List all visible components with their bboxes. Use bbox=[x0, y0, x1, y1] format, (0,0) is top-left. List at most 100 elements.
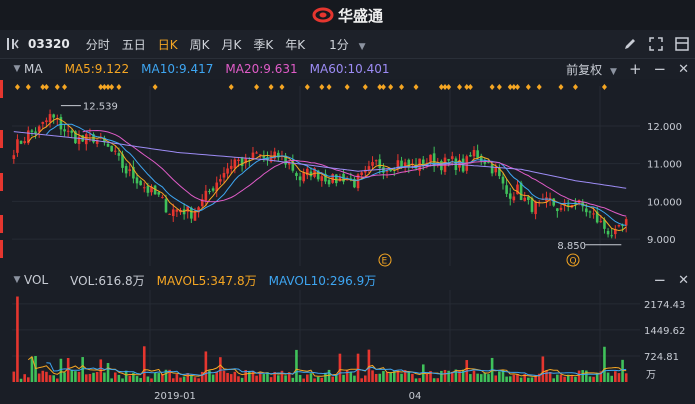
candle-body bbox=[110, 145, 113, 152]
price-panel-header: ▼ MA MA5:9.122 MA10:9.417 MA20:9.631 MA60:1… bbox=[10, 59, 695, 79]
candle-body bbox=[16, 139, 19, 153]
volume-bar bbox=[501, 370, 505, 382]
candle-body bbox=[117, 153, 121, 156]
volume-bar bbox=[226, 372, 229, 382]
volume-bar bbox=[450, 371, 454, 382]
layout-icon[interactable] bbox=[675, 37, 689, 51]
volume-bar bbox=[117, 374, 121, 382]
volume-bar bbox=[418, 378, 421, 382]
candle-body bbox=[450, 156, 454, 159]
volume-bar bbox=[356, 353, 360, 382]
candle-body bbox=[534, 201, 537, 215]
volume-bar bbox=[52, 375, 55, 382]
candle-body bbox=[469, 155, 472, 157]
volume-bar bbox=[63, 372, 66, 382]
ma-value: MA10:9.417 bbox=[141, 62, 214, 76]
event-diamond bbox=[344, 84, 350, 90]
volume-bar bbox=[106, 362, 110, 382]
brand-bar: 华盛通 bbox=[0, 0, 695, 30]
candle-body bbox=[113, 150, 117, 152]
close-icon[interactable]: ✕ bbox=[678, 273, 689, 288]
candle-body bbox=[400, 160, 403, 168]
event-diamond bbox=[489, 84, 495, 90]
volume-bar bbox=[530, 377, 534, 382]
event-diamond bbox=[62, 84, 68, 90]
collapse-triangle-icon[interactable]: ▼ bbox=[10, 275, 24, 285]
volume-bar bbox=[19, 378, 23, 382]
tab-period[interactable]: 五日 bbox=[116, 36, 152, 53]
candle-body bbox=[168, 213, 171, 215]
volume-bar bbox=[229, 374, 233, 382]
event-diamond bbox=[601, 84, 607, 90]
volume-bar bbox=[592, 376, 595, 382]
volume-bar bbox=[407, 371, 411, 382]
candle-body bbox=[52, 114, 55, 118]
volume-bar bbox=[222, 370, 226, 382]
volume-bar bbox=[41, 370, 45, 382]
add-indicator-icon[interactable]: + bbox=[629, 60, 642, 78]
adjust-select[interactable]: 前复权 ▼ bbox=[566, 61, 617, 78]
candle-body bbox=[211, 188, 215, 191]
fullscreen-icon[interactable] bbox=[649, 37, 663, 51]
volume-bar bbox=[472, 370, 476, 382]
toolbar: 03320 分时 五日 日K 周K 月K 季K 年K 1分 ▼ bbox=[0, 30, 695, 59]
event-diamond bbox=[25, 84, 31, 90]
volume-indicator-label: VOL bbox=[24, 273, 49, 287]
volume-bar bbox=[251, 370, 255, 382]
volume-bar bbox=[197, 378, 200, 382]
collapse-sidebar-icon[interactable] bbox=[4, 37, 24, 51]
volume-bar bbox=[16, 296, 19, 382]
volume-bar bbox=[563, 376, 566, 382]
minute-select[interactable]: 1分 ▼ bbox=[311, 36, 371, 53]
event-diamond bbox=[558, 84, 564, 90]
volume-bar bbox=[280, 370, 284, 382]
volume-bar bbox=[48, 375, 52, 382]
tab-period[interactable]: 周K bbox=[184, 36, 216, 53]
volume-bar bbox=[574, 376, 577, 382]
x-axis: 2019-01 04 bbox=[154, 391, 421, 402]
tab-period[interactable]: 月K bbox=[216, 36, 248, 53]
candle-body bbox=[222, 173, 226, 178]
volume-bar bbox=[331, 376, 334, 382]
event-diamond bbox=[109, 84, 115, 90]
tab-period[interactable]: 分时 bbox=[80, 36, 116, 53]
volume-bar bbox=[142, 346, 146, 382]
event-diamond bbox=[54, 84, 60, 90]
volume-bar bbox=[295, 349, 298, 382]
minimize-icon[interactable]: − bbox=[654, 271, 667, 289]
volume-chart[interactable]: 724.81 1449.62 2174.43 万 bbox=[0, 290, 695, 388]
pencil-icon[interactable] bbox=[623, 37, 637, 51]
event-diamond bbox=[116, 84, 122, 90]
candle-body bbox=[59, 117, 63, 130]
event-diamond bbox=[326, 84, 332, 90]
collapse-triangle-icon[interactable]: ▼ bbox=[10, 64, 24, 74]
candle-body bbox=[229, 165, 233, 169]
candle-body bbox=[161, 197, 164, 199]
volume-bar bbox=[74, 371, 77, 382]
minimize-icon[interactable]: − bbox=[654, 60, 667, 78]
volume-bar bbox=[606, 372, 610, 382]
tab-period[interactable]: 季K bbox=[247, 36, 279, 53]
candle-body bbox=[41, 121, 45, 124]
event-diamond bbox=[496, 84, 502, 90]
close-icon[interactable]: ✕ bbox=[678, 62, 689, 77]
candle-body bbox=[88, 134, 92, 136]
candle-body bbox=[146, 185, 150, 193]
candle-body bbox=[34, 131, 37, 134]
price-chart[interactable]: 9.000 10.000 11.000 12.000 12.539 8.850 E Q bbox=[0, 80, 695, 270]
ma-value: MA20:9.631 bbox=[225, 62, 298, 76]
tab-period[interactable]: 日K bbox=[152, 36, 184, 53]
volume-bar bbox=[432, 378, 436, 382]
volume-bar bbox=[371, 370, 374, 382]
volume-bar bbox=[324, 372, 327, 382]
candle-body bbox=[592, 213, 595, 215]
volume-bar bbox=[487, 374, 490, 382]
candle-body bbox=[367, 166, 371, 170]
volume-bar bbox=[157, 373, 161, 382]
tab-period[interactable]: 年K bbox=[279, 36, 311, 53]
event-diamond bbox=[388, 84, 394, 90]
volume-bar bbox=[392, 371, 396, 382]
candle-body bbox=[588, 211, 592, 213]
volume-bar bbox=[171, 378, 175, 382]
candle-body bbox=[128, 169, 132, 172]
